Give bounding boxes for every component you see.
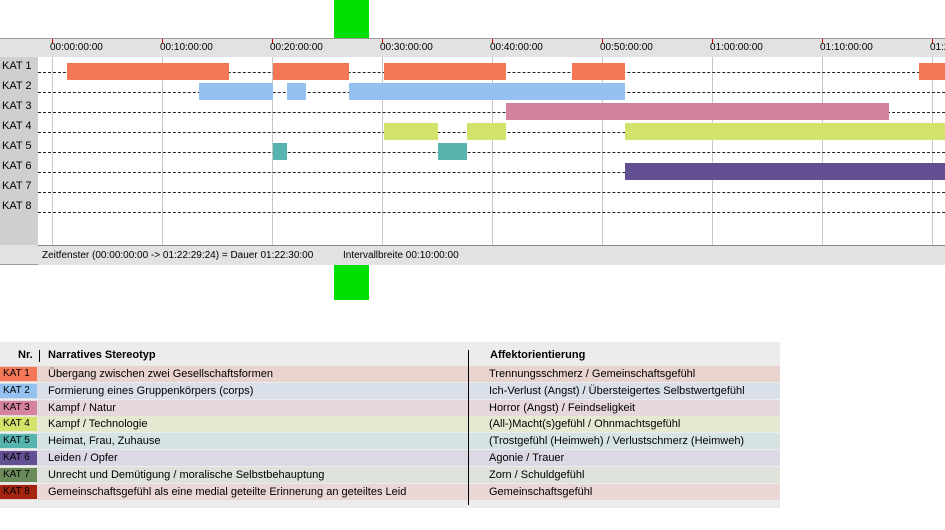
ruler-tick-label: 00:40:00:00: [490, 42, 543, 53]
timeline-segment-kat-2[interactable]: [349, 83, 626, 100]
timeline-segment-kat-1[interactable]: [918, 63, 945, 80]
legend-affekt-text: Gemeinschaftsgefühl: [489, 485, 593, 498]
timeline-segment-kat-1[interactable]: [273, 63, 349, 80]
legend-affekt-text: Agonie / Trauer: [489, 452, 565, 464]
track-label: KAT 5: [2, 140, 32, 152]
status-interval-text: Intervallbreite 00:10:00:00: [343, 250, 459, 261]
legend-header-nr: Nr.: [18, 349, 33, 361]
legend-header-affekt: Affektorientierung: [490, 349, 586, 361]
track-label: KAT 3: [2, 100, 32, 112]
legend-stereotyp-text: Unrecht und Demütigung / moralische Selb…: [48, 468, 325, 481]
legend-stereotyp-text: Kampf / Natur: [48, 401, 116, 414]
track-label-column: KAT 1 KAT 2 KAT 3 KAT 4 KAT 5 KAT 6 KAT 7 KAT 8: [0, 57, 39, 245]
legend-code-badge: KAT 5: [0, 434, 37, 449]
track-label: KAT 6: [2, 160, 32, 172]
grid-line-vertical: [712, 57, 713, 245]
ruler-tick-label: 00:20:00:00: [270, 42, 323, 53]
ruler-tick-label: 00:10:00:00: [160, 42, 213, 53]
grid-line-vertical: [162, 57, 163, 245]
legend-affekt-text: Zorn / Schuldgefühl: [489, 468, 585, 481]
timeline-segment-kat-6[interactable]: [625, 163, 945, 180]
legend-affekt-text: Trennungsschmerz / Gemeinschaftsgefühl: [489, 368, 696, 380]
legend-code-badge: KAT 1: [0, 367, 37, 381]
playhead-marker-bottom[interactable]: [334, 263, 369, 300]
legend-affekt-text: Ich-Verlust (Angst) / Übersteigertes Sel…: [489, 384, 745, 397]
track-label: KAT 4: [2, 120, 32, 132]
track-label: KAT 1: [2, 60, 32, 72]
legend-affekt-text: (Trostgefühl (Heimweh) / Verlustschmerz …: [489, 435, 745, 448]
legend-affekt-text: Horror (Angst) / Feindseligkeit: [489, 401, 636, 414]
legend-stereotyp-text: Formierung eines Gruppenkörpers (corps): [48, 384, 254, 397]
timeline-panel: 00:00:00:00 00:10:00:00 00:20:00:00 00:30:0…: [0, 38, 945, 265]
timeline-segment-kat-4[interactable]: [466, 123, 507, 140]
legend-code-badge: KAT 3: [0, 400, 37, 415]
track-label: KAT 2: [2, 80, 32, 92]
legend-row: KAT 2 Formierung eines Gruppenkörpers (co…: [0, 382, 780, 399]
timeline-plot[interactable]: [38, 57, 945, 245]
legend-code-badge: KAT 2: [0, 383, 37, 398]
timeline-segment-kat-5[interactable]: [273, 143, 288, 160]
legend-code-badge: KAT 7: [0, 467, 37, 482]
legend-row: KAT 1 Übergang zwischen zwei Gesellschaft…: [0, 366, 780, 382]
legend-stereotyp-text: Heimat, Frau, Zuhause: [48, 435, 161, 448]
legend-row: KAT 4 Kampf / Technologie (All-)Macht(s)ge…: [0, 416, 780, 433]
time-ruler[interactable]: 00:00:00:00 00:10:00:00 00:20:00:00 00:30:0…: [38, 39, 945, 57]
timeline-segment-kat-1[interactable]: [67, 63, 230, 80]
grid-line-vertical: [932, 57, 933, 245]
legend-row: KAT 8 Gemeinschaftsgefühl als eine medial…: [0, 483, 780, 500]
timeline-segment-kat-3[interactable]: [506, 103, 890, 120]
legend-row: KAT 7 Unrecht und Demütigung / moralische…: [0, 466, 780, 483]
timeline-segment-kat-2[interactable]: [199, 83, 274, 100]
ruler-tick-label: 00:50:00:00: [600, 42, 653, 53]
ruler-tick-label: 01:20:00:00: [930, 42, 945, 53]
ruler-tick-label: 01:10:00:00: [820, 42, 873, 53]
legend-row: KAT 3 Kampf / Natur Horror (Angst) / Feind…: [0, 399, 780, 416]
legend-row: KAT 5 Heimat, Frau, Zuhause (Trostgefühl (…: [0, 433, 780, 450]
legend-stereotyp-text: Leiden / Opfer: [48, 452, 118, 464]
legend-code-badge: KAT 8: [0, 484, 37, 499]
timeline-segment-kat-5[interactable]: [438, 143, 467, 160]
grid-line-vertical: [52, 57, 53, 245]
legend-column-divider: [468, 350, 469, 505]
timeline-segment-kat-1[interactable]: [572, 63, 626, 80]
legend-row: KAT 6 Leiden / Opfer Agonie / Trauer: [0, 450, 780, 466]
ruler-tick-label: 00:00:00:00: [50, 42, 103, 53]
legend-affekt-text: (All-)Macht(s)gefühl / Ohnmachtsgefühl: [489, 418, 681, 431]
track-baseline: [38, 152, 945, 153]
legend-header-divider: [39, 350, 40, 362]
legend-stereotyp-text: Kampf / Technologie: [48, 418, 148, 431]
legend-code-badge: KAT 4: [0, 417, 37, 432]
status-window-text: Zeitfenster (00:00:00:00 -> 01:22:29:24)…: [42, 250, 314, 261]
ruler-tick-label: 01:00:00:00: [710, 42, 763, 53]
legend-stereotyp-text: Übergang zwischen zwei Gesellschaftsform…: [48, 368, 273, 380]
ruler-tick-label: 00:30:00:00: [380, 42, 433, 53]
category-legend-table: Nr. Narratives Stereotyp Affektorientier…: [0, 342, 780, 508]
legend-stereotyp-text: Gemeinschaftsgefühl als eine medial gete…: [48, 485, 407, 498]
grid-line-vertical: [822, 57, 823, 245]
timeline-segment-kat-4[interactable]: [625, 123, 945, 140]
timeline-segment-kat-1[interactable]: [384, 63, 507, 80]
legend-header-stereotyp: Narratives Stereotyp: [48, 349, 156, 361]
status-bar: Zeitfenster (00:00:00:00 -> 01:22:29:24)…: [38, 245, 945, 265]
track-baseline: [38, 212, 945, 213]
track-label: KAT 8: [2, 200, 32, 212]
playhead-marker-top[interactable]: [334, 0, 369, 38]
timeline-segment-kat-4[interactable]: [384, 123, 439, 140]
legend-code-badge: KAT 6: [0, 451, 37, 465]
track-label: KAT 7: [2, 180, 32, 192]
track-baseline: [38, 192, 945, 193]
timeline-segment-kat-2[interactable]: [287, 83, 307, 100]
